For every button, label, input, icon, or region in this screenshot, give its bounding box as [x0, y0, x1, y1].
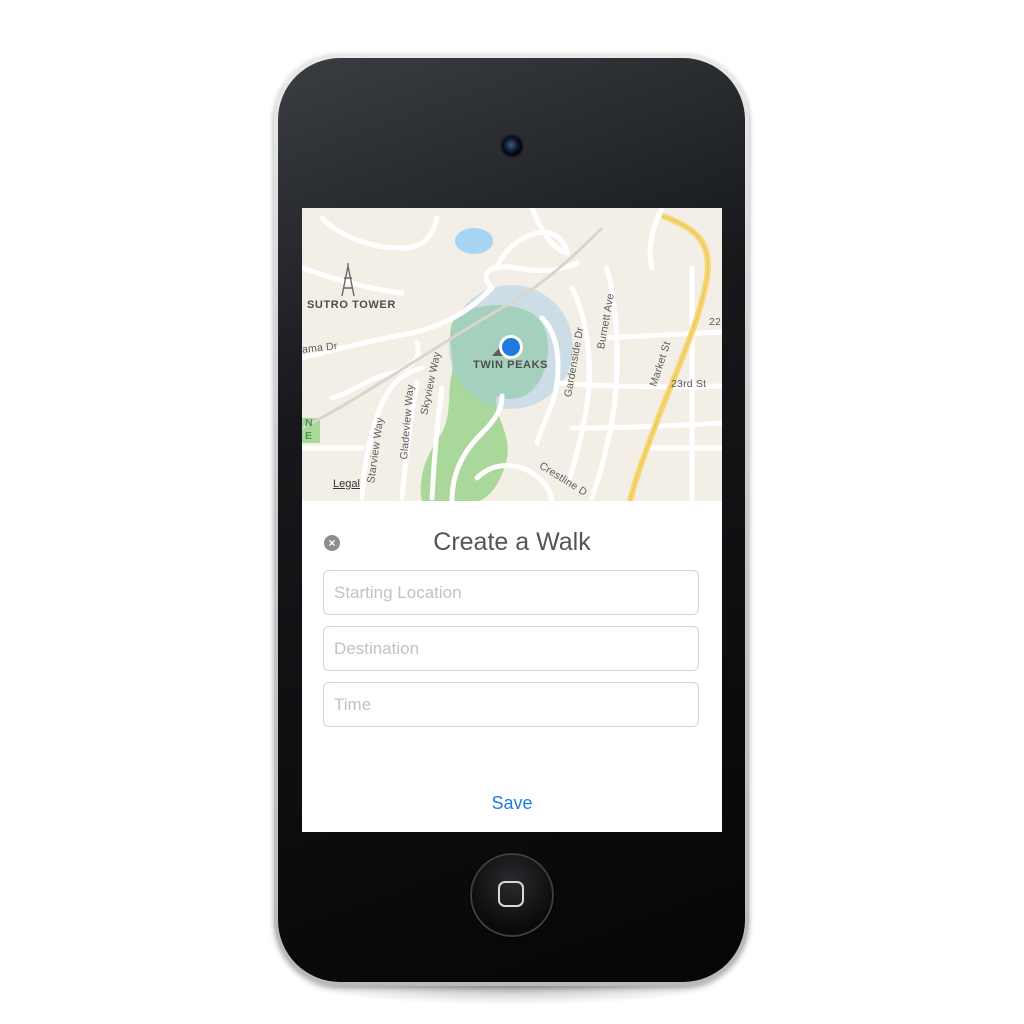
create-walk-form: × Create a Walk Save: [302, 501, 722, 832]
map-view[interactable]: SUTRO TOWER TWIN PEAKS ama Dr Skyview Wa…: [302, 208, 722, 501]
home-button[interactable]: [470, 853, 554, 937]
starting-location-input[interactable]: [323, 570, 699, 615]
destination-input[interactable]: [323, 626, 699, 671]
home-square-icon: [498, 881, 524, 907]
map-label-n: N: [305, 417, 313, 429]
map-label-22: 22: [709, 316, 722, 328]
map-label-e: E: [305, 430, 313, 442]
time-input[interactable]: [323, 682, 699, 727]
legal-link[interactable]: Legal: [333, 478, 360, 490]
save-button[interactable]: Save: [462, 793, 562, 814]
page-title: Create a Walk: [433, 528, 591, 556]
map-label-twin-peaks: TWIN PEAKS: [473, 359, 549, 371]
current-location-dot: [502, 338, 520, 356]
map-label-23rd-st: 23rd St: [671, 378, 707, 390]
reservoir: [455, 228, 493, 254]
market-st-road: [627, 213, 711, 501]
app-screen: SUTRO TOWER TWIN PEAKS ama Dr Skyview Wa…: [302, 208, 722, 832]
front-camera-icon: [502, 136, 522, 156]
map-label-sutro-tower: SUTRO TOWER: [307, 299, 396, 311]
